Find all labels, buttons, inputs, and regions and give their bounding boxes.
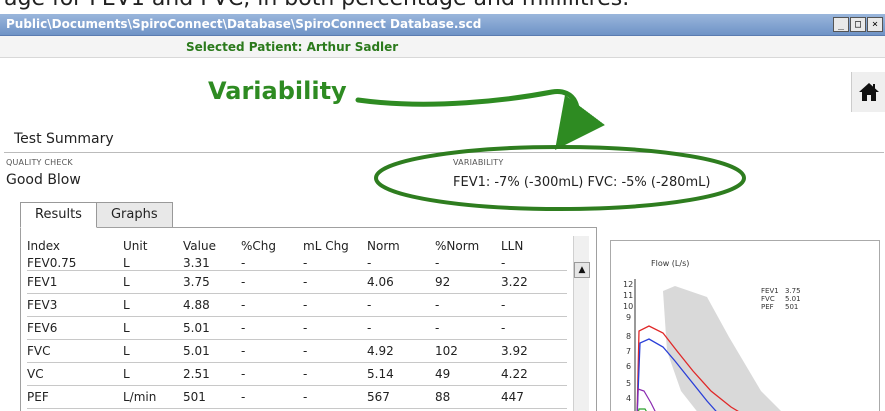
annotation-ellipse [374,145,746,211]
annotation-overlay [355,89,746,211]
tab-results[interactable]: Results [20,202,97,228]
annotation-arrow [355,89,605,151]
